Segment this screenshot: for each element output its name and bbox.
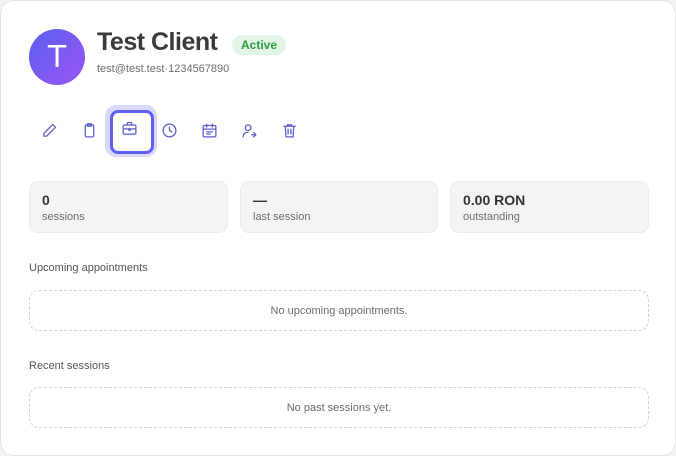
clock-icon [161, 122, 178, 144]
stat-label: sessions [42, 211, 85, 223]
email-text: test@test.test [97, 63, 165, 75]
schedule-button[interactable] [189, 109, 229, 157]
cases-button[interactable] [105, 105, 157, 157]
recent-sessions-title: Recent sessions [29, 360, 110, 372]
phone-text: 1234567890 [168, 63, 230, 75]
stat-last-session: — last session [240, 181, 438, 233]
notes-button[interactable] [69, 109, 109, 157]
upcoming-empty-state: No upcoming appointments. [29, 290, 649, 331]
status-badge: Active [232, 35, 287, 55]
stat-label: outstanding [463, 211, 520, 223]
client-card: T Test Client Active test@test.test·1234… [0, 0, 676, 456]
clipboard-icon [81, 122, 98, 144]
contact-line: test@test.test·1234567890 [97, 63, 229, 75]
stat-outstanding: 0.00 RON outstanding [450, 181, 649, 233]
avatar: T [29, 29, 85, 85]
user-arrow-icon [241, 122, 258, 144]
edit-button[interactable] [29, 109, 69, 157]
stat-sessions: 0 sessions [29, 181, 228, 233]
history-button[interactable] [149, 109, 189, 157]
calendar-icon [201, 122, 218, 144]
stat-value: — [253, 192, 267, 208]
delete-button[interactable] [269, 109, 309, 157]
client-name: Test Client [97, 28, 218, 56]
pencil-icon [41, 122, 58, 144]
upcoming-appointments-title: Upcoming appointments [29, 262, 148, 274]
stat-value: 0 [42, 192, 50, 208]
trash-icon [281, 122, 298, 144]
briefcase-icon [121, 121, 138, 142]
recent-empty-state: No past sessions yet. [29, 387, 649, 428]
stat-label: last session [253, 211, 311, 223]
transfer-button[interactable] [229, 109, 269, 157]
stat-value: 0.00 RON [463, 192, 526, 208]
